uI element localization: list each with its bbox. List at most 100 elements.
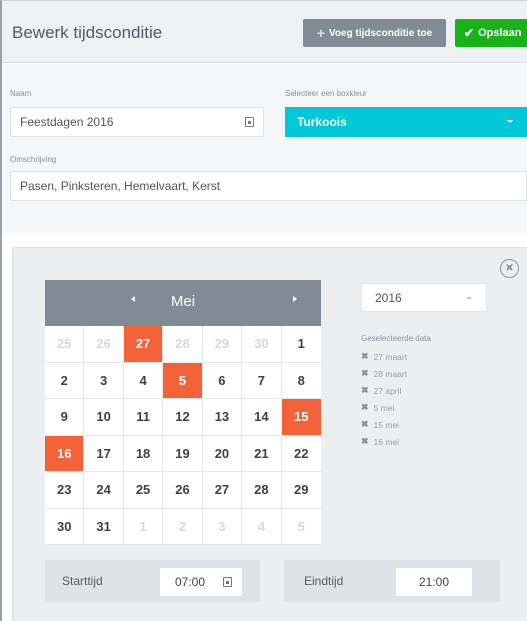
calendar-day[interactable]: 31	[84, 508, 124, 545]
calendar-day[interactable]: 3	[84, 362, 124, 399]
selected-date-item: ✖ 28 maart	[361, 365, 407, 382]
close-icon[interactable]: ✕	[500, 259, 519, 278]
calendar-day[interactable]: 29	[202, 326, 243, 363]
save-button[interactable]: ✔ Opslaan	[455, 19, 527, 47]
start-time-label: Starttijd	[62, 574, 103, 588]
selected-dates-list: ✖ 27 maart ✖ 28 maart ✖ 27 april ✖ 5 mei ✖ 15 mei…	[361, 348, 407, 450]
selected-date-item: ✖ 27 maart	[361, 348, 407, 365]
description-label: Omschrijving	[10, 155, 57, 164]
selected-date-item: ✖ 27 april	[361, 382, 407, 399]
calendar-day-selected[interactable]: 5	[163, 362, 203, 399]
calendar-day[interactable]: 26	[84, 326, 124, 363]
next-month-icon[interactable]	[293, 296, 297, 302]
name-input[interactable]: Feestdagen 2016	[10, 107, 264, 137]
year-select[interactable]: 2016	[361, 283, 487, 312]
end-time-box: Eindtijd 21:00	[284, 560, 500, 602]
date-calendar: Mei 25 26 27 28 29 30 1 2 3 4 5 6 7 8 9 10 11 12 13 14 15 16 1…	[45, 280, 321, 545]
calendar-day[interactable]: 26	[163, 472, 203, 509]
calendar-day-selected[interactable]: 16	[45, 435, 85, 472]
calendar-day[interactable]: 2	[163, 508, 203, 545]
check-icon: ✔	[464, 26, 475, 40]
calendar-day[interactable]: 17	[84, 435, 124, 472]
add-time-condition-label: Voeg tijdsconditie toe	[329, 27, 433, 39]
calendar-day[interactable]: 19	[163, 435, 203, 472]
year-value: 2016	[375, 290, 402, 305]
selected-date-item: ✖ 15 mei	[361, 416, 407, 433]
calendar-days-grid: 25 26 27 28 29 30 1 2 3 4 5 6 7 8 9 10 11 12 13 14 15 16 17 18 1…	[45, 326, 321, 545]
start-time-value: 07:00	[175, 575, 206, 589]
end-time-value: 21:00	[418, 575, 450, 589]
calendar-day-selected[interactable]: 15	[281, 399, 321, 436]
calendar-header: Mei	[45, 280, 321, 326]
remove-icon[interactable]: ✖	[361, 402, 369, 413]
calendar-day[interactable]: 13	[202, 399, 243, 436]
calendar-day[interactable]: 27	[202, 472, 243, 509]
selected-date-label: 27 april	[373, 385, 402, 396]
chevron-down-icon	[466, 297, 472, 300]
description-input[interactable]: Pasen, Pinksteren, Hemelvaart, Kerst	[10, 171, 527, 201]
calendar-month: Mei	[170, 293, 196, 310]
selected-date-label: 15 mei	[373, 419, 400, 430]
selected-date-label: 27 maart	[373, 351, 408, 362]
end-time-input[interactable]: 21:00	[396, 568, 472, 596]
selected-date-label: 16 mei	[373, 436, 400, 447]
plus-icon: +	[316, 25, 326, 41]
calendar-day[interactable]: 4	[242, 508, 282, 545]
calendar-day[interactable]: 28	[242, 472, 282, 509]
remove-icon[interactable]: ✖	[361, 385, 369, 396]
calendar-day[interactable]: 21	[242, 435, 282, 472]
calendar-icon	[245, 117, 254, 127]
start-time-box: Starttijd 07:00	[45, 560, 260, 602]
remove-icon[interactable]: ✖	[361, 351, 369, 362]
box-color-value: Turkoois	[297, 115, 347, 129]
remove-icon[interactable]: ✖	[361, 419, 369, 430]
calendar-day[interactable]: 1	[123, 508, 164, 545]
form-area	[2, 64, 527, 234]
selected-date-item: ✖ 16 mei	[361, 433, 407, 450]
selected-date-item: ✖ 5 mei	[361, 399, 407, 416]
chevron-down-icon	[507, 120, 513, 123]
calendar-day[interactable]: 14	[242, 399, 282, 436]
calendar-day[interactable]: 25	[45, 326, 85, 363]
calendar-day[interactable]: 30	[242, 326, 282, 363]
calendar-day[interactable]: 1	[281, 326, 321, 363]
add-time-condition-button[interactable]: + Voeg tijdsconditie toe	[303, 19, 446, 47]
remove-icon[interactable]: ✖	[361, 368, 369, 379]
calendar-day[interactable]: 29	[281, 472, 321, 509]
calendar-day[interactable]: 11	[123, 399, 164, 436]
start-time-input[interactable]: 07:00	[160, 568, 242, 596]
end-time-label: Eindtijd	[304, 574, 344, 588]
save-label: Opslaan	[478, 27, 522, 39]
calendar-day[interactable]: 6	[202, 362, 243, 399]
calendar-icon	[223, 577, 232, 587]
calendar-day[interactable]: 30	[45, 508, 85, 545]
calendar-day[interactable]: 18	[123, 435, 164, 472]
page-header: Bewerk tijdsconditie	[2, 1, 527, 63]
calendar-day[interactable]: 10	[84, 399, 124, 436]
calendar-day[interactable]: 28	[163, 326, 203, 363]
section-divider	[2, 233, 527, 247]
name-value: Feestdagen 2016	[20, 115, 114, 129]
description-value: Pasen, Pinksteren, Hemelvaart, Kerst	[20, 179, 221, 193]
calendar-day[interactable]: 7	[242, 362, 282, 399]
box-color-select[interactable]: Turkoois	[285, 107, 527, 137]
calendar-day[interactable]: 12	[163, 399, 203, 436]
calendar-day[interactable]: 4	[123, 362, 164, 399]
calendar-day[interactable]: 20	[202, 435, 243, 472]
selected-date-label: 5 mei	[373, 402, 395, 413]
calendar-day[interactable]: 25	[123, 472, 164, 509]
calendar-day[interactable]: 3	[202, 508, 243, 545]
calendar-day[interactable]: 5	[281, 509, 321, 545]
name-label: Naam	[10, 89, 32, 98]
calendar-day[interactable]: 8	[281, 363, 321, 399]
selected-date-label: 28 maart	[373, 368, 408, 379]
selected-dates-title: Geselecteerde data	[361, 334, 431, 343]
calendar-day-selected[interactable]: 27	[123, 326, 164, 363]
calendar-day[interactable]: 2	[45, 362, 85, 399]
page-title: Bewerk tijdsconditie	[12, 23, 163, 42]
remove-icon[interactable]: ✖	[361, 436, 369, 447]
calendar-day[interactable]: 22	[281, 436, 321, 472]
calendar-day[interactable]: 9	[45, 399, 85, 436]
calendar-day[interactable]: 24	[84, 472, 124, 509]
calendar-day[interactable]: 23	[45, 472, 85, 509]
